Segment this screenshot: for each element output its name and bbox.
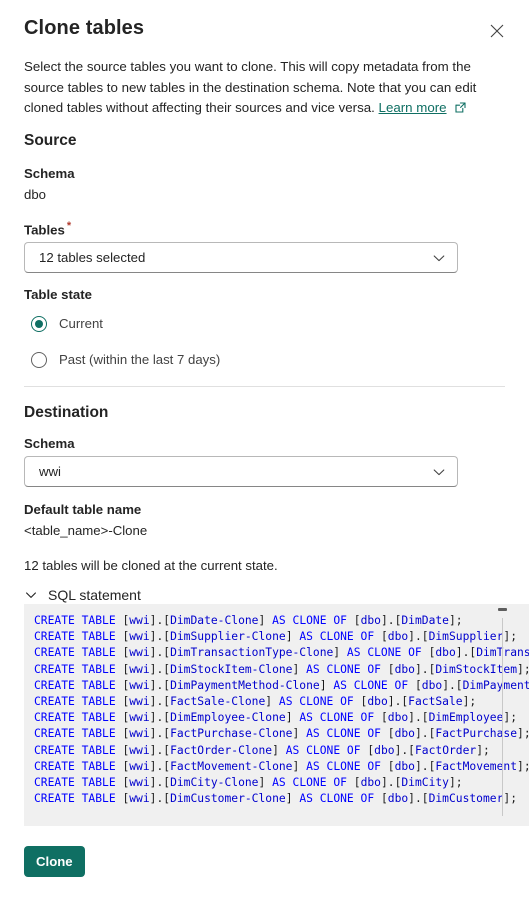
sql-scrollbar[interactable] (498, 604, 507, 826)
sql-line: CREATE TABLE [wwi].[DimCity-Clone] AS CL… (34, 776, 463, 790)
clone-button[interactable]: Clone (24, 846, 85, 877)
source-schema-value: dbo (24, 187, 47, 202)
sql-statement-lines: CREATE TABLE [wwi].[DimDate-Clone] AS CL… (24, 613, 529, 807)
sql-line: CREATE TABLE [wwi].[DimEmployee-Clone] A… (34, 711, 518, 725)
source-section-heading: Source (24, 132, 77, 149)
source-schema-label: Schema (24, 166, 75, 181)
destination-schema-select[interactable]: wwi (24, 456, 458, 487)
sql-line: CREATE TABLE [wwi].[FactSale-Clone] AS C… (34, 695, 477, 709)
sql-line: CREATE TABLE [wwi].[FactOrder-Clone] AS … (34, 743, 490, 757)
sql-statement-code-block[interactable]: CREATE TABLE [wwi].[DimDate-Clone] AS CL… (24, 604, 529, 826)
sql-line: CREATE TABLE [wwi].[DimPaymentMethod-Clo… (34, 678, 529, 692)
radio-past-indicator (31, 352, 47, 368)
sql-line: CREATE TABLE [wwi].[DimSupplier-Clone] A… (34, 630, 518, 644)
table-state-label: Table state (24, 287, 92, 302)
destination-schema-label: Schema (24, 436, 75, 451)
sql-line: CREATE TABLE [wwi].[DimCustomer-Clone] A… (34, 792, 518, 806)
sql-line: CREATE TABLE [wwi].[FactPurchase-Clone] … (34, 727, 529, 741)
clone-count-note: 12 tables will be cloned at the current … (24, 558, 278, 573)
sql-scrollbar-thumb[interactable] (498, 608, 507, 611)
tables-select-value: 12 tables selected (39, 249, 146, 265)
required-marker: * (66, 220, 72, 232)
clone-tables-dialog: Clone tables Select the source tables yo… (0, 0, 529, 901)
sql-statement-toggle[interactable]: SQL statement (24, 585, 141, 605)
tables-select[interactable]: 12 tables selected (24, 242, 458, 273)
page-title: Clone tables (24, 17, 145, 39)
destination-schema-value: wwi (39, 463, 61, 479)
sql-line: CREATE TABLE [wwi].[DimDate-Clone] AS CL… (34, 614, 463, 627)
external-link-icon[interactable] (454, 100, 467, 121)
sql-line: CREATE TABLE [wwi].[FactMovement-Clone] … (34, 759, 529, 773)
learn-more-link[interactable]: Learn more (379, 100, 447, 115)
radio-current-indicator (31, 316, 47, 332)
destination-section-heading: Destination (24, 404, 109, 421)
radio-option-past[interactable]: Past (within the last 7 days) (31, 350, 220, 370)
radio-option-current[interactable]: Current (31, 314, 103, 334)
radio-past-label: Past (within the last 7 days) (59, 352, 221, 367)
default-table-name-label: Default table name (24, 502, 142, 517)
sql-scrollbar-track (502, 618, 503, 816)
close-icon (490, 24, 504, 38)
tables-label: Tables * (24, 217, 71, 239)
chevron-down-icon (431, 464, 447, 480)
dialog-description: Select the source tables you want to clo… (24, 57, 490, 121)
section-divider (24, 386, 505, 387)
sql-line: CREATE TABLE [wwi].[DimStockItem-Clone] … (34, 662, 529, 676)
tables-label-text: Tables (24, 222, 65, 238)
sql-statement-toggle-label: SQL statement (48, 587, 141, 603)
close-button[interactable] (483, 17, 511, 45)
dialog-header: Clone tables (24, 14, 515, 48)
chevron-down-icon (24, 588, 38, 602)
default-table-name-value: <table_name>-Clone (24, 523, 148, 538)
radio-current-label: Current (59, 316, 103, 331)
chevron-down-icon (431, 250, 447, 266)
sql-line: CREATE TABLE [wwi].[DimTransactionType-C… (34, 646, 529, 660)
